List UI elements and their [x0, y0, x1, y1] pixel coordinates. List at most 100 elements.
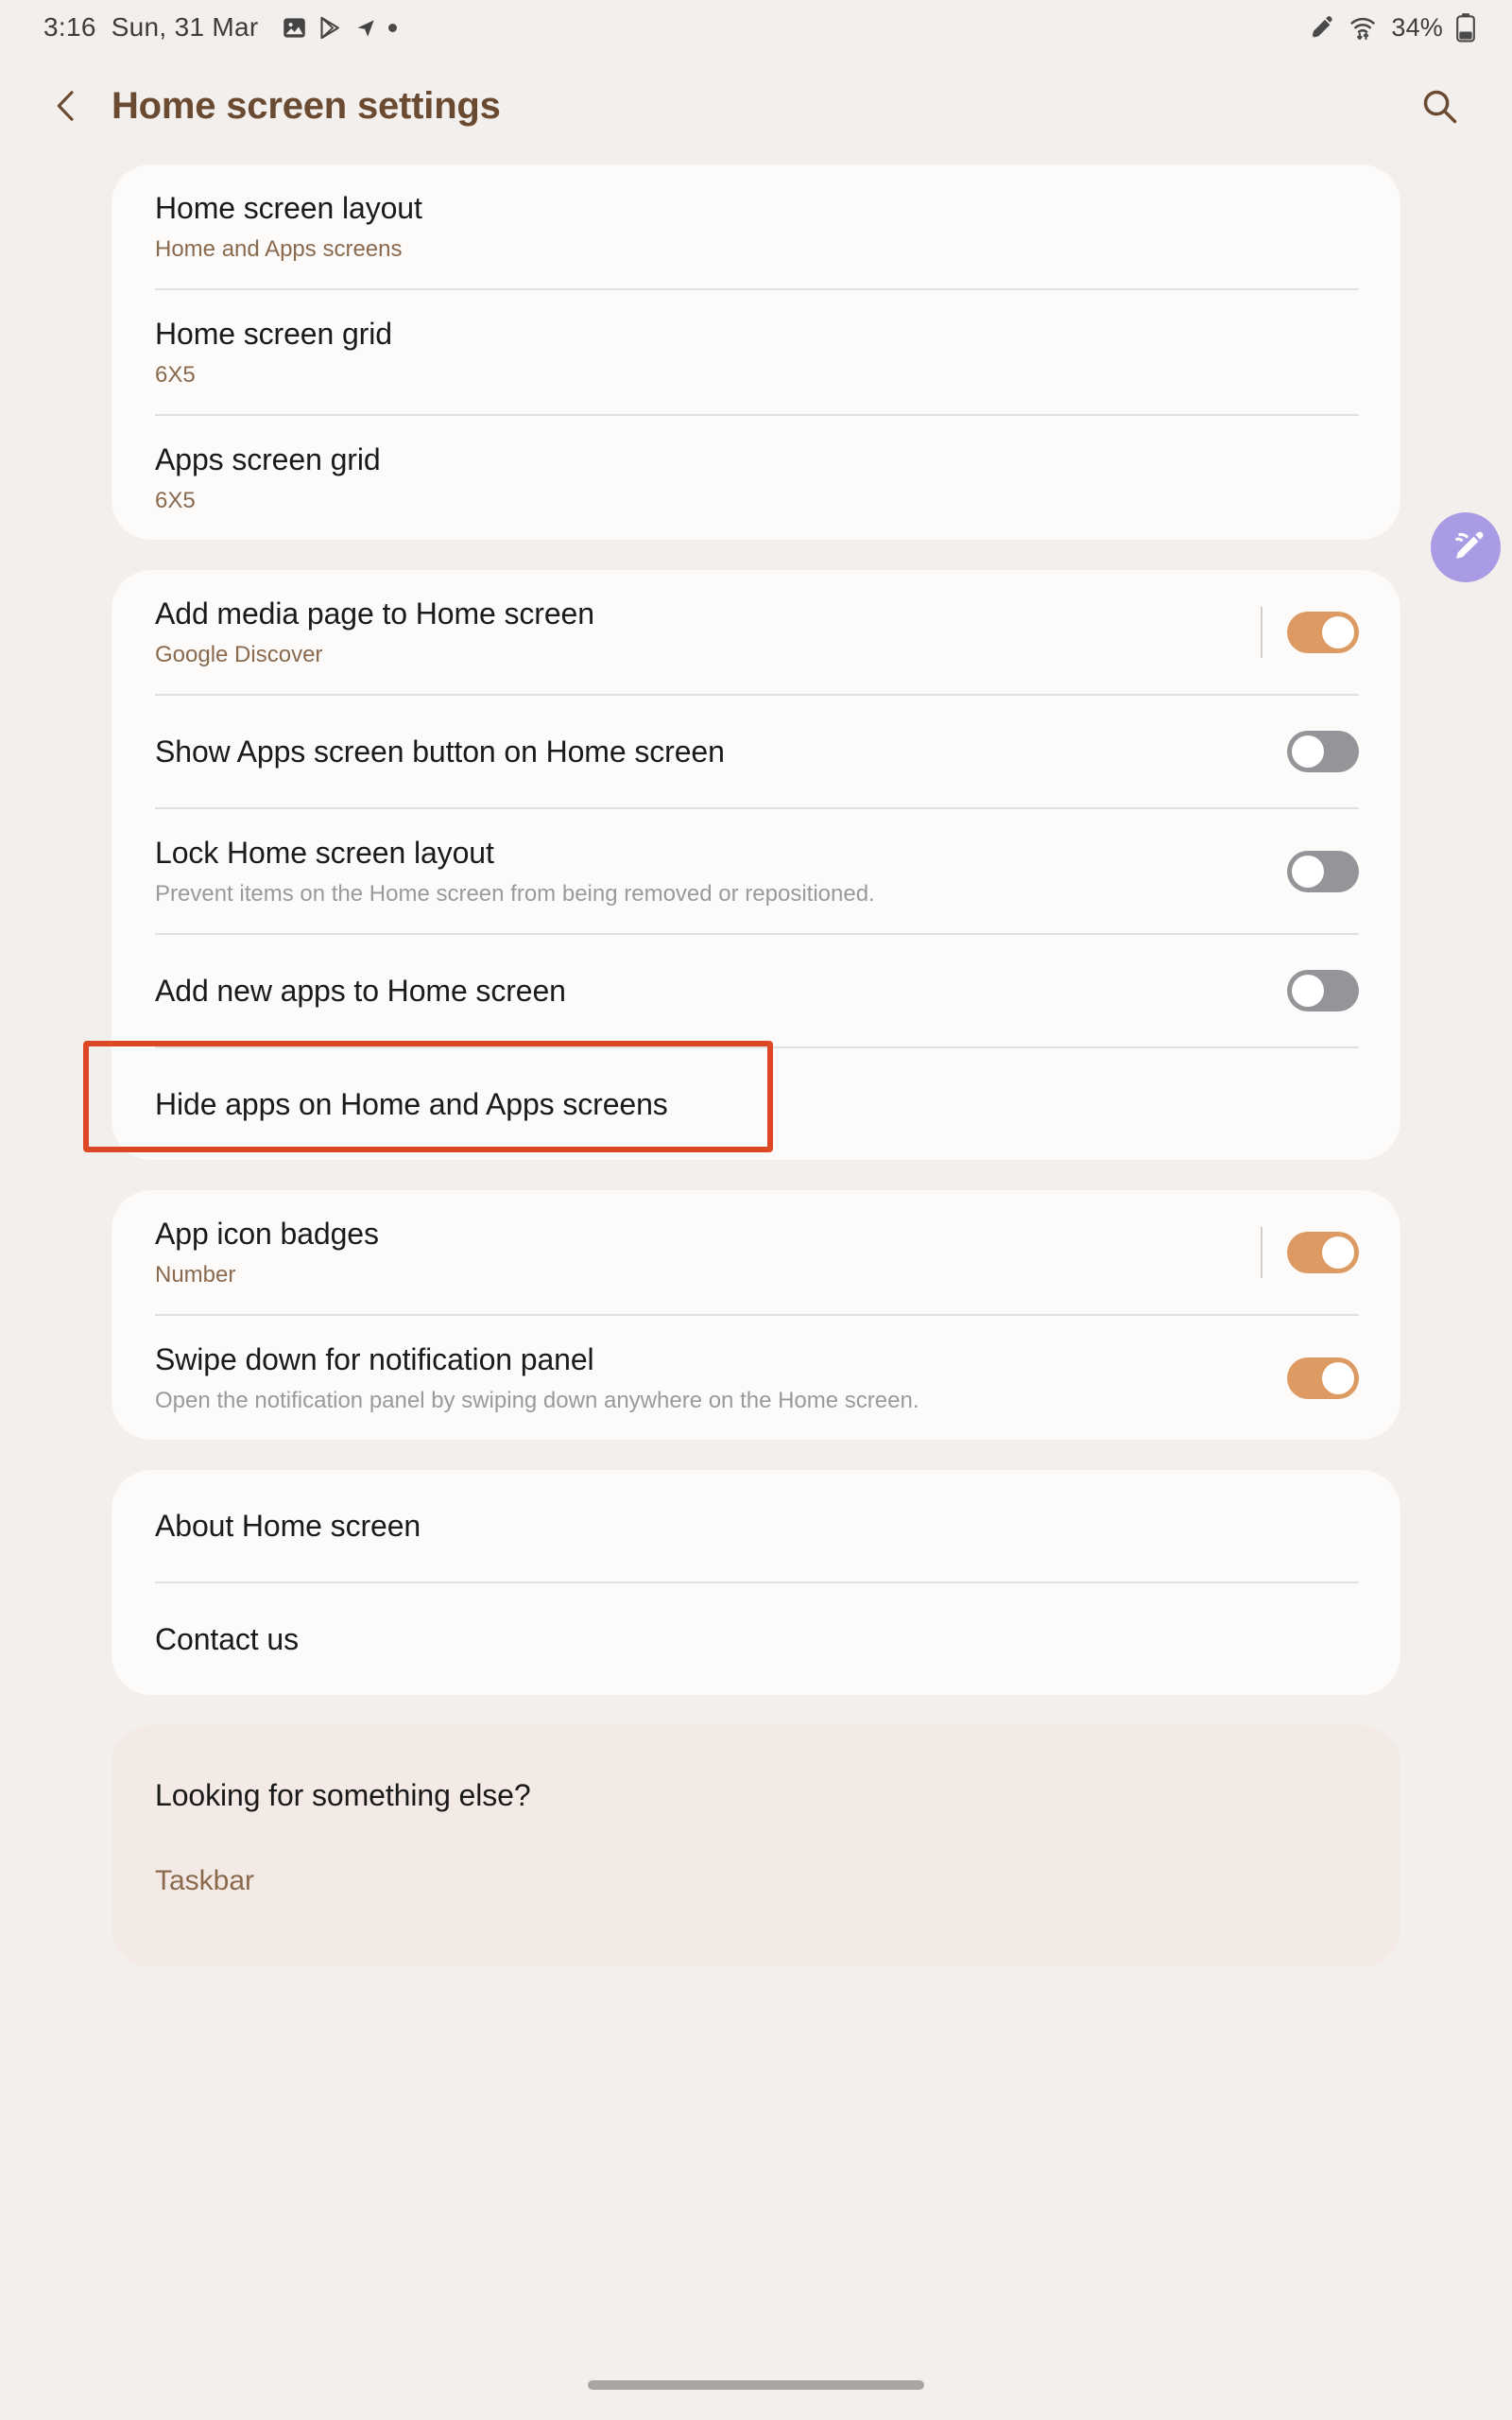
toggle-lock-home-screen-layout[interactable]	[1287, 850, 1359, 892]
row-summary: Google Discover	[155, 642, 323, 667]
status-time: 3:16	[43, 12, 96, 42]
row-title: Apps screen grid	[155, 442, 381, 476]
row-title: Add new apps to Home screen	[155, 974, 566, 1008]
row-home-screen-layout[interactable]: Home screen layout Home and Apps screens	[112, 164, 1400, 288]
row-title: Home screen layout	[155, 191, 422, 225]
dot-icon	[387, 23, 397, 32]
row-add-new-apps[interactable]: Add new apps to Home screen	[112, 935, 1400, 1046]
toggle-knob	[1292, 735, 1324, 768]
toggle-separator	[1261, 606, 1263, 658]
page-title: Home screen settings	[112, 84, 501, 127]
battery-percent: 34%	[1391, 12, 1443, 42]
row-summary: Open the notification panel by swiping d…	[155, 1388, 919, 1413]
row-texts: Taskbar	[155, 1839, 1359, 1924]
toggle-show-apps-screen-button[interactable]	[1287, 731, 1359, 772]
toggle-container	[1287, 970, 1359, 1011]
search-icon	[1423, 90, 1457, 124]
toggle-knob	[1322, 1361, 1354, 1394]
toggle-knob	[1292, 975, 1324, 1007]
toggle-container	[1287, 731, 1359, 772]
toggle-container	[1261, 1226, 1359, 1278]
navigation-bar	[0, 2350, 1512, 2420]
row-home-screen-grid[interactable]: Home screen grid 6X5	[112, 290, 1400, 414]
row-summary: Number	[155, 1262, 236, 1288]
row-texts: Lock Home screen layout Prevent items on …	[155, 809, 1287, 933]
row-title: Contact us	[155, 1622, 299, 1656]
play-store-icon	[319, 16, 339, 39]
toggle-add-media-page[interactable]	[1287, 611, 1359, 653]
row-texts: Home screen layout Home and Apps screens	[155, 164, 1359, 288]
row-hide-apps[interactable]: Hide apps on Home and Apps screens	[83, 1041, 1400, 1160]
info-card: About Home screen Contact us	[112, 1470, 1400, 1695]
toggle-knob	[1322, 1236, 1354, 1269]
s-pen-air-command-icon	[1455, 531, 1484, 559]
row-apps-screen-grid[interactable]: Apps screen grid 6X5	[112, 416, 1400, 540]
status-bar: 3:16 Sun, 31 Mar 34%	[0, 0, 1512, 55]
app-bar: Home screen settings	[0, 55, 1512, 157]
behavior-card: Add media page to Home screen Google Disc…	[83, 570, 1400, 1160]
chevron-left-icon	[57, 91, 74, 121]
toggle-knob	[1292, 855, 1324, 888]
status-bar-right: 34%	[1308, 12, 1476, 43]
row-texts: Looking for something else?	[155, 1752, 1359, 1839]
row-title: Looking for something else?	[155, 1778, 531, 1812]
row-title: About Home screen	[155, 1509, 421, 1543]
toggle-knob	[1322, 615, 1354, 648]
status-date: Sun, 31 Mar	[111, 12, 259, 42]
row-looking-for-something-else[interactable]: Looking for something else?	[112, 1752, 1400, 1839]
row-texts: Apps screen grid 6X5	[155, 416, 1359, 540]
row-add-media-page[interactable]: Add media page to Home screen Google Disc…	[112, 570, 1400, 694]
row-show-apps-screen-button[interactable]: Show Apps screen button on Home screen	[112, 696, 1400, 807]
s-pen-air-command-button[interactable]	[1431, 512, 1501, 582]
search-button[interactable]	[1410, 77, 1469, 135]
row-texts: About Home screen	[155, 1482, 1359, 1569]
toggle-app-icon-badges[interactable]	[1287, 1231, 1359, 1273]
toggle-container	[1287, 1357, 1359, 1399]
row-summary: 6X5	[155, 488, 196, 513]
row-link[interactable]: Taskbar	[155, 1863, 1359, 1899]
row-title: Show Apps screen button on Home screen	[155, 735, 725, 769]
settings-list: Home screen layout Home and Apps screens H…	[0, 157, 1512, 1967]
row-title: Add media page to Home screen	[155, 596, 594, 631]
row-about-home-screen[interactable]: About Home screen	[112, 1470, 1400, 1582]
battery-icon	[1456, 13, 1475, 43]
home-gesture-bar[interactable]	[588, 2380, 924, 2390]
layout-card: Home screen layout Home and Apps screens H…	[112, 164, 1400, 540]
looking-for-card: Looking for something else? Taskbar	[112, 1725, 1400, 1967]
phone-screen: 3:16 Sun, 31 Mar 34% Home screen setting…	[0, 0, 1512, 2420]
back-button[interactable]	[38, 77, 96, 135]
wifi-icon	[1350, 17, 1376, 41]
row-summary: Prevent items on the Home screen from be…	[155, 881, 875, 907]
image-icon	[283, 17, 305, 38]
toggle-swipe-down-notification-panel[interactable]	[1287, 1357, 1359, 1399]
status-notification-icons	[282, 15, 397, 41]
row-texts: Contact us	[155, 1596, 1359, 1683]
toggle-container	[1261, 606, 1359, 658]
row-lock-home-screen-layout[interactable]: Lock Home screen layout Prevent items on …	[112, 809, 1400, 933]
stylus-icon	[1312, 16, 1333, 39]
row-contact-us[interactable]: Contact us	[112, 1583, 1400, 1695]
row-app-icon-badges[interactable]: App icon badges Number	[112, 1190, 1400, 1314]
row-title: App icon badges	[155, 1217, 379, 1251]
row-texts: Home screen grid 6X5	[155, 290, 1359, 414]
row-swipe-down-notification-panel[interactable]: Swipe down for notification panel Open th…	[112, 1316, 1400, 1440]
status-bar-left: 3:16 Sun, 31 Mar	[43, 12, 397, 43]
toggle-add-new-apps[interactable]	[1287, 970, 1359, 1011]
badges-card: App icon badges Number Swipe down for noti…	[112, 1190, 1400, 1440]
row-texts: Show Apps screen button on Home screen	[155, 708, 1287, 795]
row-title: Swipe down for notification panel	[155, 1342, 594, 1376]
row-texts: Swipe down for notification panel Open th…	[155, 1316, 1287, 1440]
row-texts: App icon badges Number	[155, 1190, 1261, 1314]
navigation-arrow-icon	[356, 20, 374, 37]
row-summary: 6X5	[155, 362, 196, 388]
row-title: Home screen grid	[155, 317, 392, 351]
row-summary: Home and Apps screens	[155, 236, 403, 262]
toggle-separator	[1261, 1226, 1263, 1278]
toggle-container	[1287, 850, 1359, 892]
row-title: Lock Home screen layout	[155, 836, 494, 870]
row-texts: Hide apps on Home and Apps screens	[155, 1061, 1359, 1148]
row-texts: Add new apps to Home screen	[155, 947, 1287, 1034]
row-texts: Add media page to Home screen Google Disc…	[155, 570, 1261, 694]
row-taskbar-link[interactable]: Taskbar	[112, 1839, 1400, 1924]
row-title: Hide apps on Home and Apps screens	[155, 1087, 668, 1121]
